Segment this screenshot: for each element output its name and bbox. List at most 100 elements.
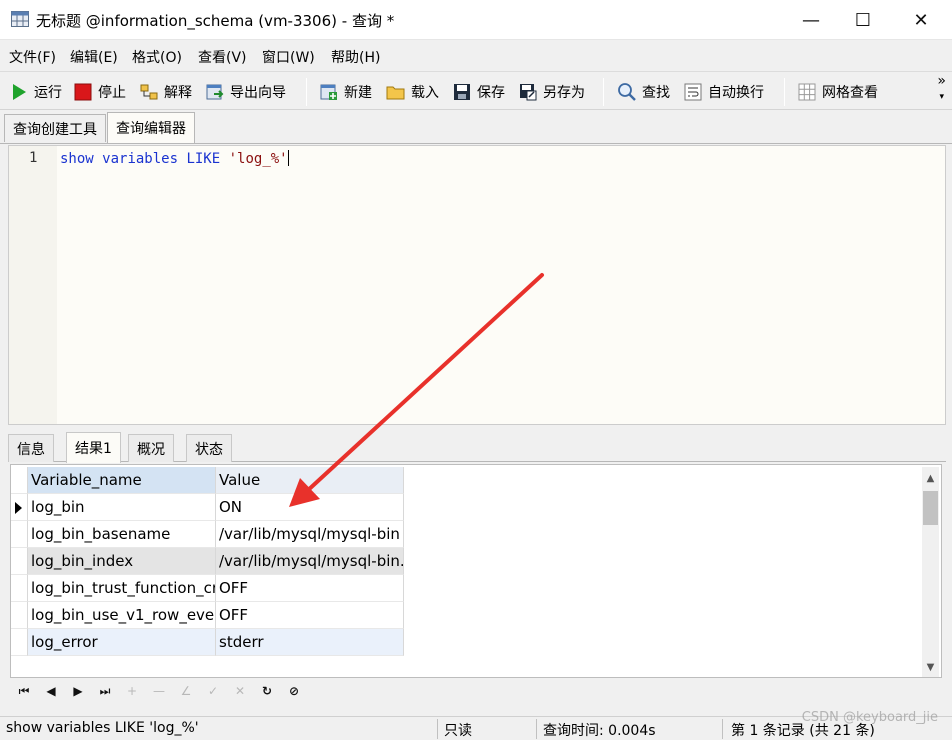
load-button[interactable]: 载入 xyxy=(386,80,439,104)
play-icon xyxy=(13,84,26,100)
status-readonly: 只读 xyxy=(444,723,472,739)
cell-value[interactable]: OFF xyxy=(216,575,404,602)
cell-value[interactable]: stderr xyxy=(216,629,404,656)
run-button[interactable]: 运行 xyxy=(9,80,62,104)
add-record-icon[interactable]: + xyxy=(124,683,140,699)
record-navigation-bar: ⏮ ◀ ▶ ⏭ + — ∠ ✓ ✕ ↻ ⊘ xyxy=(10,680,942,704)
export-icon xyxy=(206,84,224,100)
row-indicator xyxy=(11,602,28,629)
table-row[interactable]: log_bin_index /var/lib/mysql/mysql-bin. xyxy=(11,548,404,575)
menu-file[interactable]: 文件(F) xyxy=(9,47,56,67)
cell-value[interactable]: /var/lib/mysql/mysql-bin xyxy=(216,521,404,548)
app-table-icon xyxy=(11,11,29,27)
result-tabs: 信息 结果1 概况 状态 xyxy=(8,432,946,463)
minimize-button[interactable]: — xyxy=(786,0,836,40)
last-record-icon[interactable]: ⏭ xyxy=(97,683,113,699)
next-record-icon[interactable]: ▶ xyxy=(70,683,86,699)
cell-value[interactable]: OFF xyxy=(216,602,404,629)
grid-icon xyxy=(798,83,816,101)
new-query-icon xyxy=(320,84,337,100)
keyword-show: show xyxy=(60,151,94,167)
menu-bar: 文件(F) 编辑(E) 格式(O) 查看(V) 窗口(W) 帮助(H) xyxy=(0,40,952,72)
menu-edit[interactable]: 编辑(E) xyxy=(70,47,118,67)
menu-help[interactable]: 帮助(H) xyxy=(331,47,380,67)
tab-query-builder[interactable]: 查询创建工具 xyxy=(4,114,106,142)
cell-variable-name[interactable]: log_bin_index xyxy=(28,548,216,575)
cancel-changes-icon[interactable]: ✕ xyxy=(232,683,248,699)
result-grid[interactable]: Variable_name Value log_bin ON log_bin_b… xyxy=(10,464,942,678)
string-literal: 'log_%' xyxy=(228,151,288,167)
table-row[interactable]: log_bin_basename /var/lib/mysql/mysql-bi… xyxy=(11,521,404,548)
stop-loading-icon[interactable]: ⊘ xyxy=(286,683,302,699)
menu-view[interactable]: 查看(V) xyxy=(198,47,247,67)
row-indicator-header xyxy=(11,467,28,494)
first-record-icon[interactable]: ⏮ xyxy=(16,683,32,699)
folder-icon xyxy=(386,86,405,100)
scroll-thumb[interactable] xyxy=(923,491,938,525)
tab-profile[interactable]: 概况 xyxy=(128,434,174,462)
delete-record-icon[interactable]: — xyxy=(151,683,167,699)
close-button[interactable]: ✕ xyxy=(896,0,946,40)
row-indicator xyxy=(11,575,28,602)
save-as-button[interactable]: 另存为 xyxy=(518,80,585,104)
prev-record-icon[interactable]: ◀ xyxy=(43,683,59,699)
explain-label: 解释 xyxy=(164,85,192,101)
refresh-icon[interactable]: ↻ xyxy=(259,683,275,699)
tab-query-editor[interactable]: 查询编辑器 xyxy=(107,112,195,143)
find-button[interactable]: 查找 xyxy=(617,80,670,104)
tab-result1[interactable]: 结果1 xyxy=(66,432,121,463)
cell-value[interactable]: ON xyxy=(216,494,404,521)
row-indicator xyxy=(11,629,28,656)
toolbar-overflow-button[interactable]: » ▾ xyxy=(937,74,946,104)
menu-window[interactable]: 窗口(W) xyxy=(262,47,315,67)
cell-variable-name[interactable]: log_bin xyxy=(28,494,216,521)
word-wrap-label: 自动换行 xyxy=(708,85,764,101)
tab-status[interactable]: 状态 xyxy=(186,434,232,462)
apply-changes-icon[interactable]: ✓ xyxy=(205,683,221,699)
window-title: 无标题 @information_schema (vm-3306) - 查询 * xyxy=(36,12,395,30)
save-as-label: 另存为 xyxy=(543,85,585,101)
editor-tabs: 查询创建工具 查询编辑器 xyxy=(0,110,952,144)
table-header-row: Variable_name Value xyxy=(11,467,404,494)
scroll-down-icon[interactable]: ▼ xyxy=(925,662,936,673)
export-wizard-button[interactable]: 导出向导 xyxy=(205,80,286,104)
column-header-variable-name[interactable]: Variable_name xyxy=(28,467,216,494)
table-row[interactable]: log_error stderr xyxy=(11,629,404,656)
cell-variable-name[interactable]: log_bin_trust_function_cre xyxy=(28,575,216,602)
table-row[interactable]: log_bin ON xyxy=(11,494,404,521)
cell-variable-name[interactable]: log_error xyxy=(28,629,216,656)
find-label: 查找 xyxy=(642,85,670,101)
cell-value[interactable]: /var/lib/mysql/mysql-bin. xyxy=(216,548,404,575)
table-row[interactable]: log_bin_trust_function_cre OFF xyxy=(11,575,404,602)
status-query-time: 查询时间: 0.004s xyxy=(543,723,656,739)
menu-format[interactable]: 格式(O) xyxy=(132,47,182,67)
edit-record-icon[interactable]: ∠ xyxy=(178,683,194,699)
column-header-value[interactable]: Value xyxy=(216,467,404,494)
stop-button[interactable]: 停止 xyxy=(73,80,126,104)
cell-variable-name[interactable]: log_bin_basename xyxy=(28,521,216,548)
scroll-up-icon[interactable]: ▲ xyxy=(925,473,936,484)
explain-button[interactable]: 解释 xyxy=(139,80,192,104)
save-icon xyxy=(454,84,470,100)
status-separator xyxy=(536,719,537,739)
maximize-button[interactable]: ☐ xyxy=(838,0,888,40)
word-wrap-button[interactable]: 自动换行 xyxy=(683,80,764,104)
status-separator xyxy=(722,719,723,739)
table-row[interactable]: log_bin_use_v1_row_event OFF xyxy=(11,602,404,629)
vertical-scrollbar[interactable]: ▲ ▼ xyxy=(922,467,939,677)
toolbar: 运行 停止 解释 导出向导 新建 载入 保存 另存为 查找 自动换行 网格查看 xyxy=(0,72,952,110)
line-gutter: 1 xyxy=(9,146,57,424)
toolbar-separator xyxy=(603,78,604,106)
save-button[interactable]: 保存 xyxy=(452,80,505,104)
status-separator xyxy=(437,719,438,739)
tab-info[interactable]: 信息 xyxy=(8,434,54,462)
sql-code[interactable]: show variables LIKE 'log_%' xyxy=(60,150,289,167)
line-number: 1 xyxy=(29,150,38,166)
keyword-like: LIKE xyxy=(186,151,221,167)
new-button[interactable]: 新建 xyxy=(319,80,372,104)
row-indicator xyxy=(11,521,28,548)
title-bar: 无标题 @information_schema (vm-3306) - 查询 *… xyxy=(0,0,952,40)
sql-editor[interactable]: 1 show variables LIKE 'log_%' xyxy=(8,145,946,425)
cell-variable-name[interactable]: log_bin_use_v1_row_event xyxy=(28,602,216,629)
grid-view-button[interactable]: 网格查看 xyxy=(797,80,878,104)
